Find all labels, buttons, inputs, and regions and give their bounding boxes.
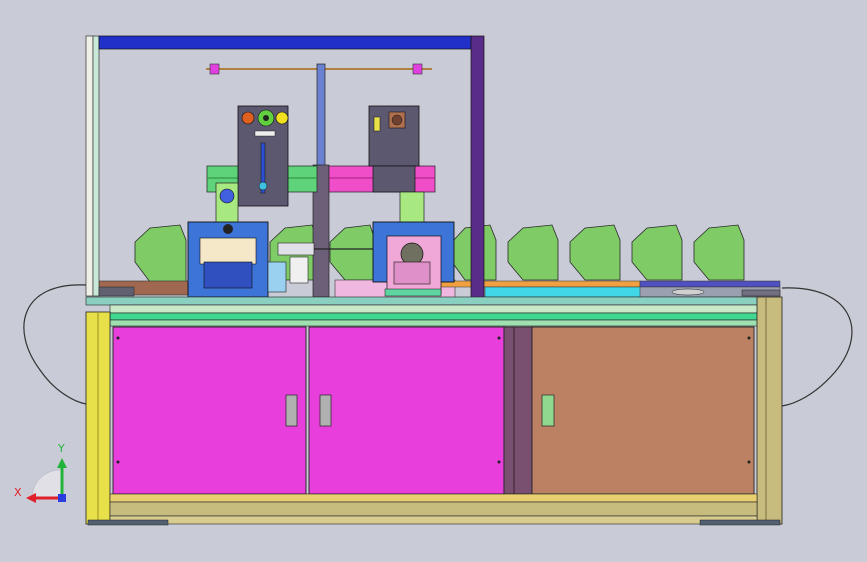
door-left-handle[interactable] <box>285 394 298 427</box>
y-axis-label: Y <box>57 442 65 455</box>
left-cover-outline <box>23 284 87 405</box>
hopper-plate <box>693 224 745 281</box>
door-right-handle[interactable] <box>541 394 555 427</box>
cylinder-body <box>277 242 315 256</box>
hopper-plate <box>507 224 559 281</box>
hopper-plate <box>329 224 376 281</box>
door-center-handle[interactable] <box>319 394 332 427</box>
right-cover-outline <box>781 287 853 407</box>
cabinet-bottom-rail-3 <box>109 515 758 525</box>
cabinet-right-post <box>756 296 783 525</box>
table-strip-indigo <box>639 280 781 288</box>
hopper-plate <box>631 224 683 281</box>
frame-left-post-inner <box>92 35 100 297</box>
hanger-block-right <box>412 63 423 75</box>
foot-right <box>699 519 781 526</box>
right-panel-lower <box>372 165 416 193</box>
x-axis-label: X <box>14 486 22 499</box>
cabinet-top-rail-3 <box>109 312 759 321</box>
hopper-plate <box>134 224 187 283</box>
coordinate-triad: X Y <box>14 442 67 503</box>
frame-left-post-outer <box>85 35 94 297</box>
foot-left <box>87 519 169 526</box>
bolt-rail <box>98 286 135 297</box>
door-right[interactable] <box>531 326 755 495</box>
frame-right-post <box>470 35 485 315</box>
right-arm <box>399 191 425 225</box>
door-center[interactable] <box>308 326 505 495</box>
cabinet-divider <box>503 326 533 495</box>
cabinet-bottom-rail-1 <box>109 493 758 503</box>
hanger-block-left <box>209 63 220 75</box>
cabinet-top-rail-2 <box>109 304 759 314</box>
machine-drawing: X Y <box>14 35 853 526</box>
left-panel-knob-orange <box>241 111 255 125</box>
cabinet-top-rail-1 <box>85 296 759 306</box>
cad-viewport[interactable]: X Y <box>0 0 867 562</box>
cabinet-top-rail-4 <box>109 319 759 327</box>
frame-top-beam <box>98 35 472 50</box>
door-left[interactable] <box>112 326 307 495</box>
hopper-plate <box>569 224 621 281</box>
table-strip-orange <box>439 280 641 288</box>
cabinet-bottom-rail-2 <box>109 501 758 517</box>
left-panel-knob-yellow <box>275 111 289 125</box>
z-axis-marker <box>58 494 66 502</box>
